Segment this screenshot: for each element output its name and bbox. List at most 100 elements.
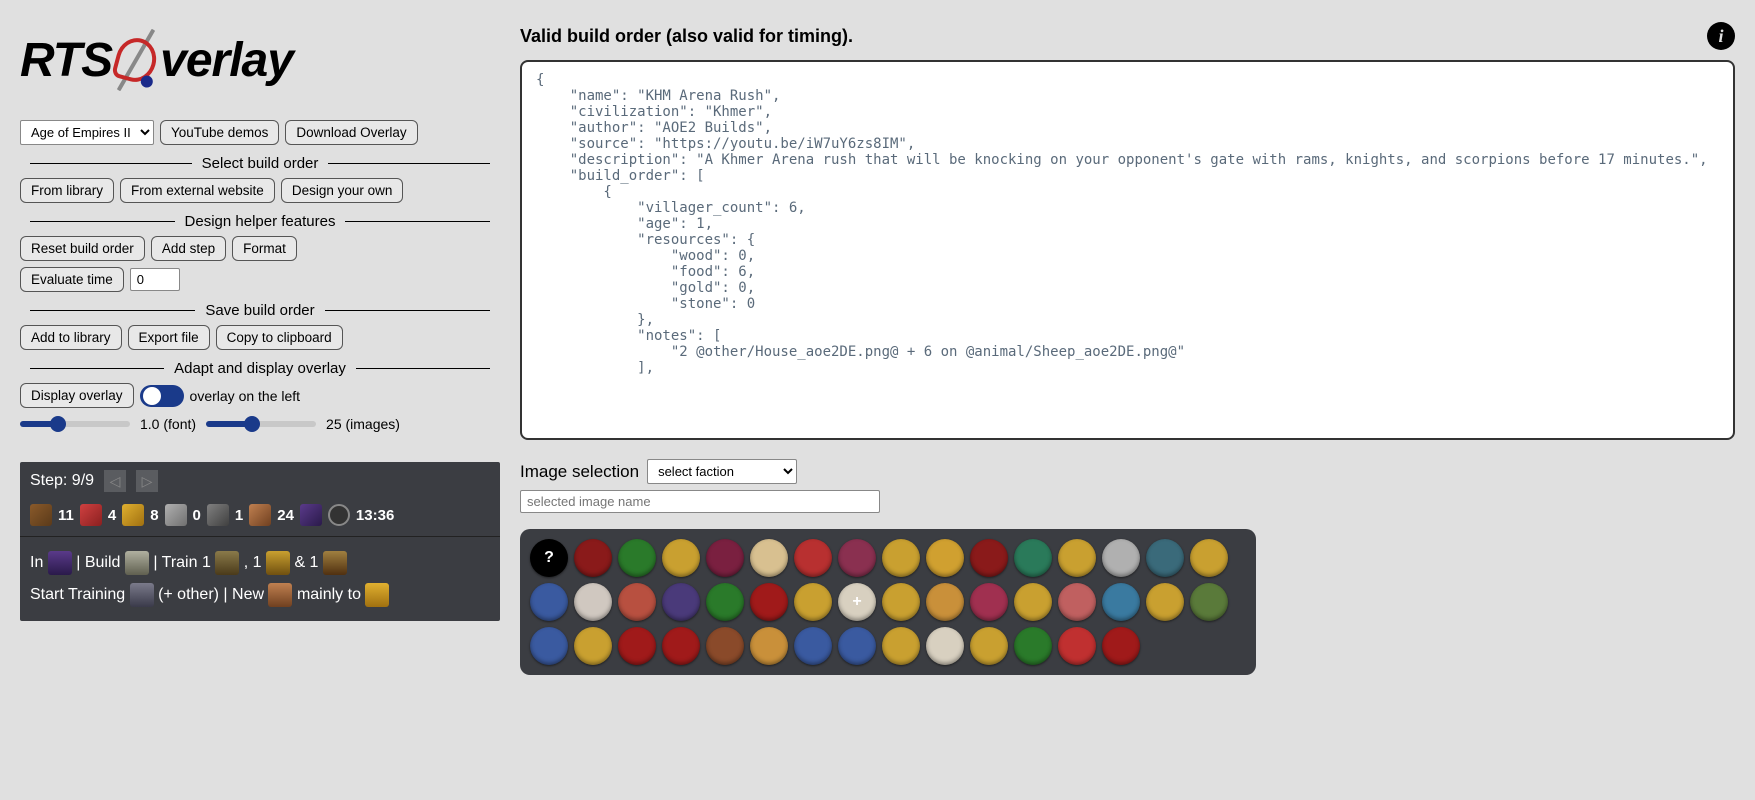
faction-icon[interactable] (794, 627, 832, 665)
faction-icon[interactable] (1014, 583, 1052, 621)
display-overlay-button[interactable]: Display overlay (20, 383, 134, 408)
salamander-icon (106, 30, 166, 90)
faction-icon[interactable] (1014, 627, 1052, 665)
image-size-slider[interactable] (206, 421, 316, 427)
add-to-library-button[interactable]: Add to library (20, 325, 122, 350)
faction-icon[interactable] (574, 583, 612, 621)
faction-icon[interactable] (882, 583, 920, 621)
gold-icon (122, 504, 144, 526)
faction-icon[interactable] (706, 539, 744, 577)
export-file-button[interactable]: Export file (128, 325, 210, 350)
faction-icon[interactable] (926, 583, 964, 621)
faction-icon[interactable] (530, 583, 568, 621)
food-count: 4 (108, 507, 116, 524)
design-helper-heading: Design helper features (20, 213, 500, 230)
faction-icon[interactable] (882, 627, 920, 665)
selected-image-name-input[interactable] (520, 490, 880, 513)
wood-icon (30, 504, 52, 526)
gold-pile-icon (365, 583, 389, 607)
faction-icon[interactable] (618, 583, 656, 621)
stone-count: 0 (193, 507, 201, 524)
age-icon (300, 504, 322, 526)
faction-icon[interactable] (1190, 583, 1228, 621)
faction-icon[interactable] (970, 539, 1008, 577)
design-your-own-button[interactable]: Design your own (281, 178, 404, 203)
font-size-label: 1.0 (font) (140, 416, 196, 432)
next-step-button[interactable]: ▷ (136, 470, 158, 492)
faction-icon[interactable] (750, 539, 788, 577)
faction-icon[interactable] (618, 627, 656, 665)
from-external-button[interactable]: From external website (120, 178, 275, 203)
faction-icon[interactable] (970, 583, 1008, 621)
faction-icon[interactable] (750, 627, 788, 665)
faction-icon[interactable] (1014, 539, 1052, 577)
logo-text-left: RTS (20, 33, 112, 88)
image-size-label: 25 (images) (326, 416, 400, 432)
faction-select[interactable]: select faction (647, 459, 797, 484)
faction-icon[interactable] (1146, 583, 1184, 621)
faction-icon[interactable] (926, 539, 964, 577)
overlay-side-toggle[interactable] (140, 385, 184, 407)
add-step-button[interactable]: Add step (151, 236, 226, 261)
faction-icon[interactable] (574, 539, 612, 577)
faction-icon[interactable] (1058, 627, 1096, 665)
overlay-notes: In | Build | Train 1 , 1 & 1 Start Train… (20, 536, 500, 621)
faction-icon[interactable] (1102, 539, 1140, 577)
faction-icon[interactable] (1102, 627, 1140, 665)
faction-icon[interactable] (1102, 583, 1140, 621)
castle-age-icon (48, 551, 72, 575)
overlay-side-label: overlay on the left (190, 388, 301, 404)
faction-icon[interactable] (750, 583, 788, 621)
faction-icon[interactable] (882, 539, 920, 577)
select-build-order-heading: Select build order (20, 155, 500, 172)
faction-icon[interactable] (574, 627, 612, 665)
faction-icon[interactable] (618, 539, 656, 577)
faction-icon[interactable] (662, 627, 700, 665)
faction-icon[interactable] (1058, 539, 1096, 577)
reset-build-order-button[interactable]: Reset build order (20, 236, 145, 261)
wood-count: 11 (58, 507, 74, 524)
youtube-demos-button[interactable]: YouTube demos (160, 120, 279, 145)
faction-icon[interactable] (662, 539, 700, 577)
evaluate-time-input[interactable] (130, 268, 180, 291)
faction-icon[interactable] (970, 627, 1008, 665)
save-build-order-heading: Save build order (20, 302, 500, 319)
gold-count: 8 (150, 507, 158, 524)
faction-icon[interactable] (1190, 539, 1228, 577)
adapt-display-heading: Adapt and display overlay (20, 360, 500, 377)
faction-icon-grid: ?+ (520, 529, 1256, 675)
builder-icon (207, 504, 229, 526)
faction-icon[interactable] (926, 627, 964, 665)
from-library-button[interactable]: From library (20, 178, 114, 203)
build-order-json-editor[interactable] (520, 60, 1735, 440)
faction-unknown-icon[interactable]: ? (530, 539, 568, 577)
prev-step-button[interactable]: ◁ (104, 470, 126, 492)
faction-icon[interactable] (1146, 539, 1184, 577)
faction-icon[interactable] (794, 539, 832, 577)
copy-clipboard-button[interactable]: Copy to clipboard (216, 325, 343, 350)
download-overlay-button[interactable]: Download Overlay (285, 120, 417, 145)
stone-icon (165, 504, 187, 526)
image-selection-label: Image selection (520, 462, 639, 482)
ram-icon (215, 551, 239, 575)
app-logo: RTS verlay (20, 30, 500, 90)
faction-icon[interactable] (838, 539, 876, 577)
faction-icon[interactable]: + (838, 583, 876, 621)
knight-icon (323, 551, 347, 575)
faction-icon[interactable] (838, 627, 876, 665)
food-icon (80, 504, 102, 526)
faction-icon[interactable] (794, 583, 832, 621)
info-icon[interactable]: i (1707, 22, 1735, 50)
faction-icon[interactable] (530, 627, 568, 665)
faction-icon[interactable] (1058, 583, 1096, 621)
faction-icon[interactable] (706, 583, 744, 621)
format-button[interactable]: Format (232, 236, 297, 261)
clock-icon (328, 504, 350, 526)
faction-icon[interactable] (706, 627, 744, 665)
scorpion-icon (266, 551, 290, 575)
game-select[interactable]: Age of Empires II (20, 120, 154, 145)
evaluate-time-button[interactable]: Evaluate time (20, 267, 124, 292)
font-size-slider[interactable] (20, 421, 130, 427)
siege-workshop-icon (125, 551, 149, 575)
faction-icon[interactable] (662, 583, 700, 621)
